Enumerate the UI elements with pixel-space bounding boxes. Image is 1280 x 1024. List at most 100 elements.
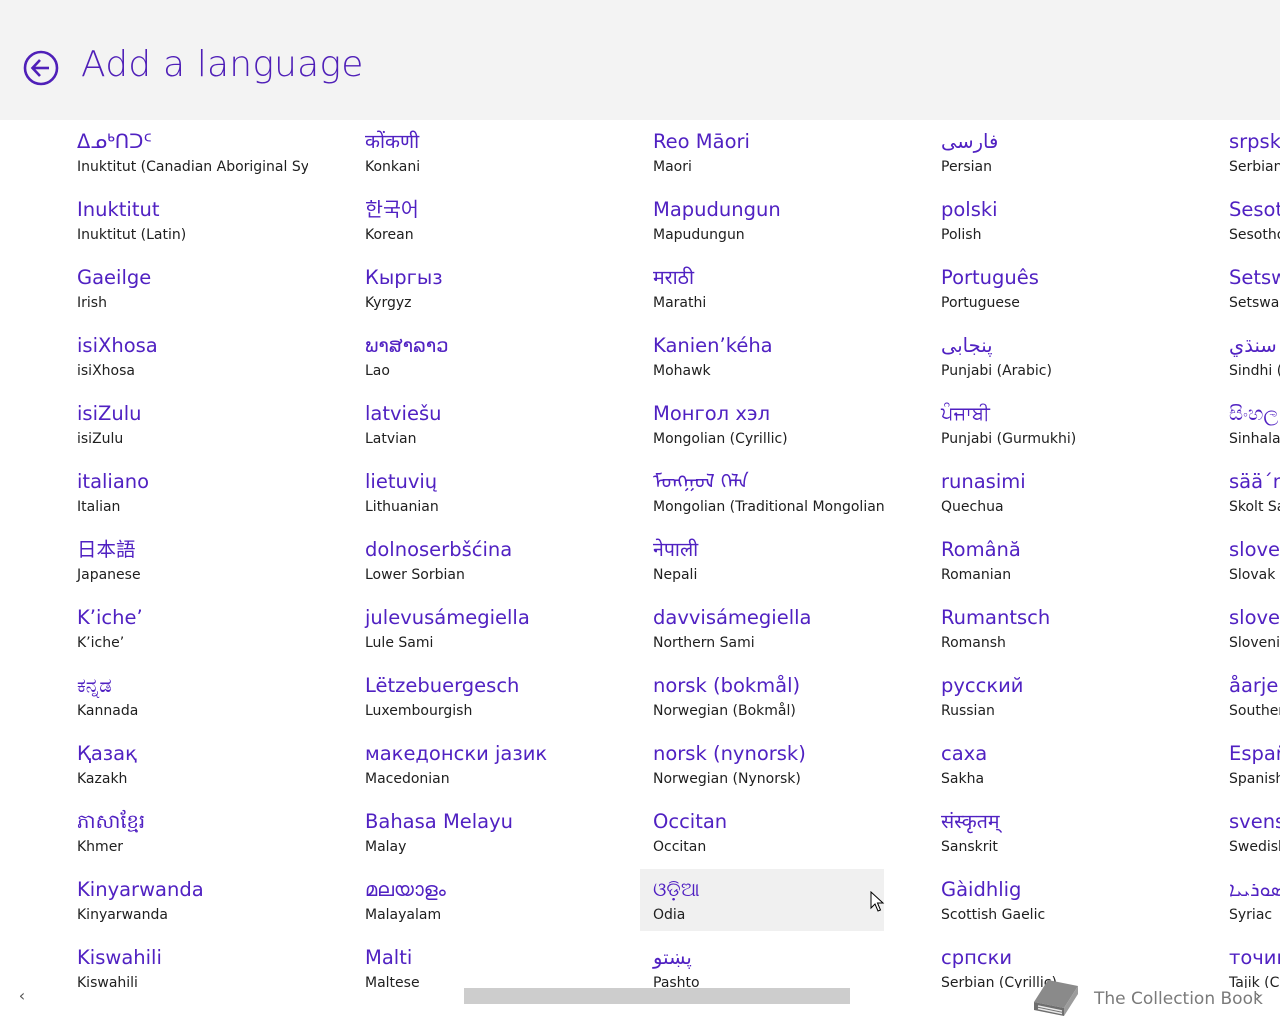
language-item[interactable]: norsk (bokmål) Norwegian (Bokmål)	[640, 665, 884, 727]
language-native-name: ພາສາລາວ	[365, 334, 449, 357]
language-item[interactable]: Монгол хэл Mongolian (Cyrillic)	[640, 393, 884, 455]
language-native-name: norsk (nynorsk)	[653, 742, 806, 765]
language-item[interactable]: Română Romanian	[928, 529, 1172, 591]
language-item[interactable]: ଓଡ଼ିଆ Odia	[640, 869, 884, 931]
language-item[interactable]: Кыргыз Kyrgyz	[352, 257, 596, 319]
language-english-name: Slovak	[1229, 567, 1276, 583]
language-item[interactable]: Reo Māori Maori	[640, 121, 884, 183]
language-item[interactable]: русский Russian	[928, 665, 1172, 727]
language-item[interactable]: Inuktitut Inuktitut (Latin)	[64, 189, 308, 251]
language-item[interactable]: ᠮᠣᠩᠭᠣᠯ ᠬᠡᠯᠡ Mongolian (Traditional Mongol…	[640, 461, 884, 523]
language-item[interactable]: मराठी Marathi	[640, 257, 884, 319]
language-item[interactable]: runasimi Quechua	[928, 461, 1172, 523]
language-item[interactable]: ಕನ್ನಡ Kannada	[64, 665, 308, 727]
language-english-name: Lao	[365, 363, 390, 379]
language-item[interactable]: Mapudungun Mapudungun	[640, 189, 884, 251]
language-native-name: Gaeilge	[77, 266, 152, 289]
language-english-name: Mongolian (Cyrillic)	[653, 431, 788, 447]
language-english-name: Japanese	[77, 567, 141, 583]
language-english-name: Sakha	[941, 771, 985, 787]
language-native-name: Sesot	[1229, 198, 1280, 221]
language-item[interactable]: dolnoserbšćina Lower Sorbian	[352, 529, 596, 591]
language-native-name: मराठी	[653, 266, 695, 289]
language-item[interactable]: ភាសាខ្មែរ Khmer	[64, 801, 308, 863]
language-native-name: åarjel	[1229, 674, 1280, 697]
language-item[interactable]: srpski Serbian	[1216, 121, 1280, 183]
language-item[interactable]: Setsw Setswan	[1216, 257, 1280, 319]
watermark-text: The Collection Book	[1094, 989, 1263, 1009]
language-item[interactable]: Españ Spanish	[1216, 733, 1280, 795]
language-item[interactable]: svens Swedish	[1216, 801, 1280, 863]
language-english-name: Spanish	[1229, 771, 1280, 787]
language-item[interactable]: नेपाली Nepali	[640, 529, 884, 591]
language-native-name: ܣܘܪܝܝܐ	[1229, 878, 1280, 901]
language-english-name: Malayalam	[365, 907, 442, 923]
language-item[interactable]: ພາສາລາວ Lao	[352, 325, 596, 387]
language-item[interactable]: åarjel Souther	[1216, 665, 1280, 727]
language-item[interactable]: ਪੰਜਾਬੀ Punjabi (Gurmukhi)	[928, 393, 1172, 455]
language-item[interactable]: Kanien’kéha Mohawk	[640, 325, 884, 387]
language-item[interactable]: 한국어 Korean	[352, 189, 596, 251]
language-english-name: Kiswahili	[77, 975, 138, 988]
language-item[interactable]: Bahasa Melayu Malay	[352, 801, 596, 863]
language-native-name: 한국어	[365, 198, 419, 221]
language-item[interactable]: कोंकणी Konkani	[352, 121, 596, 183]
language-item[interactable]: فارسى Persian	[928, 121, 1172, 183]
scroll-left-button[interactable]: ‹	[12, 988, 32, 1004]
language-item[interactable]: саха Sakha	[928, 733, 1172, 795]
language-item[interactable]: Қазақ Kazakh	[64, 733, 308, 795]
language-native-name: ಕನ್ನಡ	[77, 674, 112, 697]
language-item[interactable]: پنجابی Punjabi (Arabic)	[928, 325, 1172, 387]
language-native-name: Кыргыз	[365, 266, 443, 289]
language-item[interactable]: Kiswahili Kiswahili	[64, 937, 308, 988]
language-item[interactable]: Malti Maltese	[352, 937, 596, 988]
language-item[interactable]: polski Polish	[928, 189, 1172, 251]
language-english-name: Inuktitut (Latin)	[77, 227, 187, 243]
language-item[interactable]: Gaeilge Irish	[64, 257, 308, 319]
language-english-name: Nepali	[653, 567, 698, 583]
language-item[interactable]: sloven Slovak	[1216, 529, 1280, 591]
language-item[interactable]: julevusámegiella Lule Sami	[352, 597, 596, 659]
language-item[interactable]: پښتو Pashto	[640, 937, 884, 988]
language-item[interactable]: italiano Italian	[64, 461, 308, 523]
language-english-name: Khmer	[77, 839, 124, 855]
language-item[interactable]: Occitan Occitan	[640, 801, 884, 863]
language-item[interactable]: Português Portuguese	[928, 257, 1172, 319]
language-item[interactable]: Gàidhlig Scottish Gaelic	[928, 869, 1172, 931]
language-item[interactable]: සිංහල Sinhala	[1216, 393, 1280, 455]
language-item[interactable]: മലയാളം Malayalam	[352, 869, 596, 931]
language-item[interactable]: isiXhosa isiXhosa	[64, 325, 308, 387]
language-native-name: සිංහල	[1229, 402, 1279, 425]
language-item[interactable]: 日本語 Japanese	[64, 529, 308, 591]
language-item[interactable]: سنڌي Sindhi (A	[1216, 325, 1280, 387]
language-item[interactable]: davvisámegiella Northern Sami	[640, 597, 884, 659]
language-item[interactable]: македонски јазик Macedonian	[352, 733, 596, 795]
back-arrow-circle-icon	[23, 50, 59, 86]
language-item[interactable]: Lëtzebuergesch Luxembourgish	[352, 665, 596, 727]
language-item[interactable]: Rumantsch Romansh	[928, 597, 1172, 659]
language-item[interactable]: ᐃᓄᒃᑎᑐᑦ Inuktitut (Canadian Aboriginal Syl…	[64, 121, 308, 183]
language-item[interactable]: isiZulu isiZulu	[64, 393, 308, 455]
language-item[interactable]: Sesot Sesotho	[1216, 189, 1280, 251]
language-english-name: Lule Sami	[365, 635, 434, 651]
language-item[interactable]: latviešu Latvian	[352, 393, 596, 455]
language-item[interactable]: ܣܘܪܝܝܐ Syriac	[1216, 869, 1280, 931]
header: Add a language	[0, 0, 1280, 120]
language-native-name: Kiswahili	[77, 946, 162, 969]
language-item[interactable]: sloven Slovenia	[1216, 597, 1280, 659]
language-item[interactable]: sää´m Skolt Sa	[1216, 461, 1280, 523]
scrollbar-thumb[interactable]	[464, 988, 850, 1004]
language-english-name: Northern Sami	[653, 635, 755, 651]
language-english-name: Maori	[653, 159, 692, 175]
language-item[interactable]: संस्कृतम् Sanskrit	[928, 801, 1172, 863]
language-english-name: Souther	[1229, 703, 1280, 719]
language-item[interactable]: Kinyarwanda Kinyarwanda	[64, 869, 308, 931]
language-english-name: Kinyarwanda	[77, 907, 168, 923]
language-native-name: Kanien’kéha	[653, 334, 773, 357]
language-english-name: Setswan	[1229, 295, 1280, 311]
language-item[interactable]: K’iche’ K’iche’	[64, 597, 308, 659]
language-item[interactable]: lietuvių Lithuanian	[352, 461, 596, 523]
back-button[interactable]	[23, 50, 59, 86]
language-item[interactable]: norsk (nynorsk) Norwegian (Nynorsk)	[640, 733, 884, 795]
language-english-name: Kannada	[77, 703, 139, 719]
